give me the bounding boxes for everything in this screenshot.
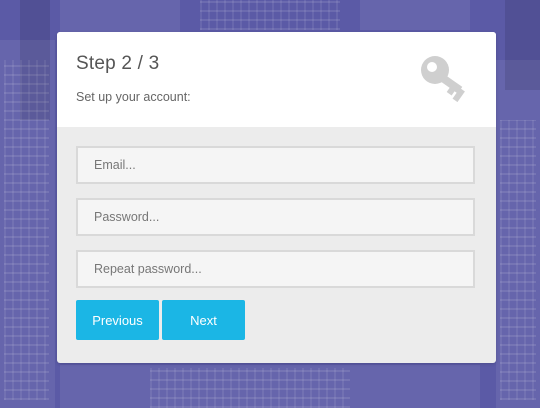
email-field[interactable] <box>76 146 475 184</box>
step-subtitle: Set up your account: <box>76 90 191 104</box>
card-header: Step 2 / 3 Set up your account: <box>57 32 496 127</box>
previous-button[interactable]: Previous <box>76 300 159 340</box>
repeat-password-field[interactable] <box>76 250 475 288</box>
step-title: Step 2 / 3 <box>76 53 160 74</box>
key-icon <box>421 56 465 102</box>
password-field[interactable] <box>76 198 475 236</box>
next-button[interactable]: Next <box>162 300 245 340</box>
signup-card: Step 2 / 3 Set up your account: Previous… <box>57 32 496 363</box>
